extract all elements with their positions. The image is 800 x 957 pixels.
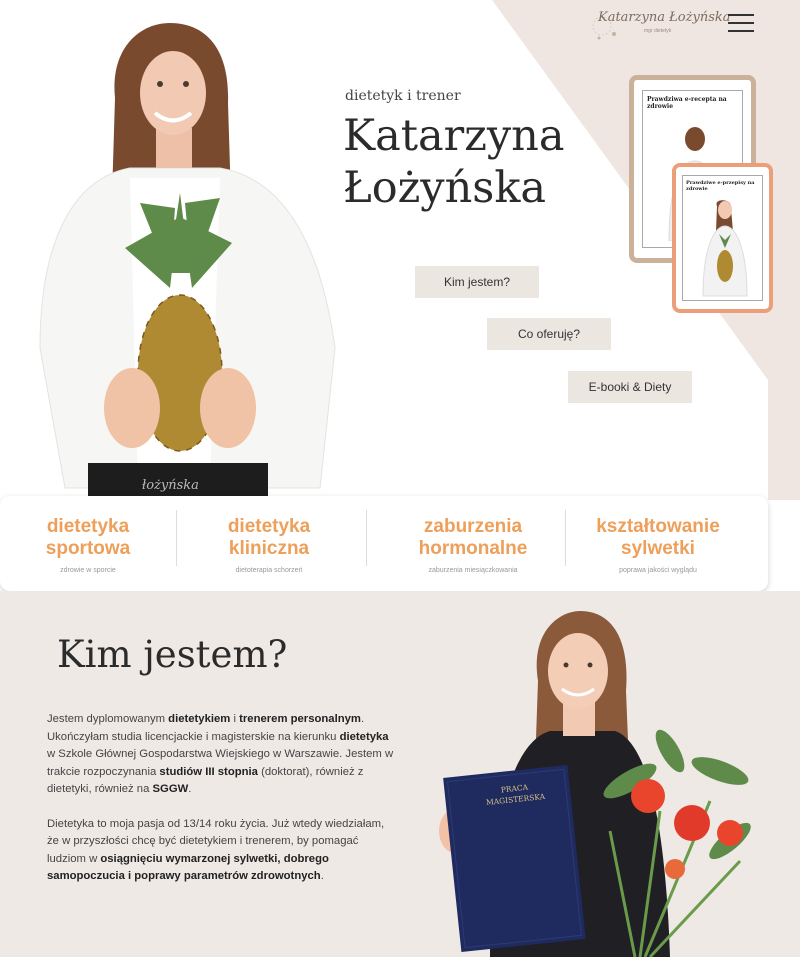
ebook-title-1: Prawdziwa e-recepta na zdrowie — [647, 96, 727, 110]
about-button[interactable]: Kim jestem? — [415, 266, 539, 298]
spec-title: kształtowanie sylwetki — [574, 516, 742, 560]
about-section: Kim jestem? Jestem dyplomowanym dietetyk… — [0, 591, 800, 957]
spec-title: zaburzenia hormonalne — [380, 516, 566, 560]
spec-item-body-shaping[interactable]: kształtowanie sylwetki poprawa jakości w… — [574, 516, 742, 574]
spec-title-line2: kliniczna — [228, 538, 310, 559]
spec-title: dietetyka kliniczna — [188, 516, 350, 560]
specializations-card: dietetyka sportowa zdrowie w sporcie die… — [0, 496, 768, 591]
spec-subtitle: zaburzenia miesiączkowania — [428, 567, 518, 574]
divider — [366, 510, 367, 566]
spec-title-line1: zaburzenia — [423, 516, 523, 537]
spec-item-hormonal[interactable]: zaburzenia hormonalne zaburzenia miesiąc… — [380, 516, 566, 574]
photo-watermark: łożyńska — [142, 478, 199, 493]
logo-subtext: mgr dietetyk — [644, 28, 672, 34]
offer-button[interactable]: Co oferuję? — [487, 318, 611, 350]
ebook-tablet-2[interactable]: Prawdziwe e-przepisy na zdrowie — [672, 163, 773, 313]
hero-name: Katarzyna Łożyńska — [343, 110, 565, 214]
spec-subtitle: zdrowie w sporcie — [60, 567, 116, 574]
about-paragraph-2: Dietetyka to moja pasja od 13/14 roku ży… — [47, 817, 385, 883]
divider — [565, 510, 566, 566]
hero-subtitle: dietetyk i trener — [345, 88, 461, 104]
site-logo[interactable]: Katarzyna Łożyńska mgr dietetyk — [592, 4, 731, 44]
ebook-person-pineapple-icon — [702, 200, 748, 297]
spec-title-line2: sylwetki — [621, 538, 695, 559]
divider — [176, 510, 177, 566]
hero-name-line2: Łożyńska — [343, 163, 547, 213]
spec-title-line2: sportowa — [45, 538, 131, 559]
hero-section: Katarzyna Łożyńska mgr dietetyk łożyńska… — [0, 0, 800, 500]
spec-item-sports[interactable]: dietetyka sportowa zdrowie w sporcie — [8, 516, 168, 574]
hero-person-photo — [39, 23, 336, 496]
about-paragraph-1: Jestem dyplomowanym dietetykiem i trener… — [47, 713, 394, 795]
spec-subtitle: poprawa jakości wyglądu — [619, 567, 697, 574]
hamburger-icon[interactable] — [728, 12, 756, 34]
logo-text: Katarzyna Łożyńska — [598, 10, 731, 25]
spec-title-line1: dietetyka — [227, 516, 311, 537]
spec-title: dietetyka sportowa — [8, 516, 168, 560]
hero-name-line1: Katarzyna — [343, 111, 565, 161]
ebook-title-2: Prawdziwe e-przepisy na zdrowie — [686, 180, 755, 192]
graduation-photo — [439, 611, 751, 957]
spec-subtitle: dietoterapia schorzeń — [235, 567, 303, 574]
about-text: Jestem dyplomowanym dietetykiem i trener… — [47, 711, 397, 903]
spec-title-line2: hormonalne — [418, 538, 528, 559]
about-heading: Kim jestem? — [57, 633, 288, 676]
ebook-cover-2: Prawdziwe e-przepisy na zdrowie — [682, 175, 763, 301]
spec-title-line1: dietetyka — [46, 516, 130, 537]
spec-title-line1: kształtowanie — [596, 516, 720, 537]
ebooks-button[interactable]: E-booki & Diety — [568, 371, 692, 403]
spec-item-clinical[interactable]: dietetyka kliniczna dietoterapia schorze… — [188, 516, 350, 574]
